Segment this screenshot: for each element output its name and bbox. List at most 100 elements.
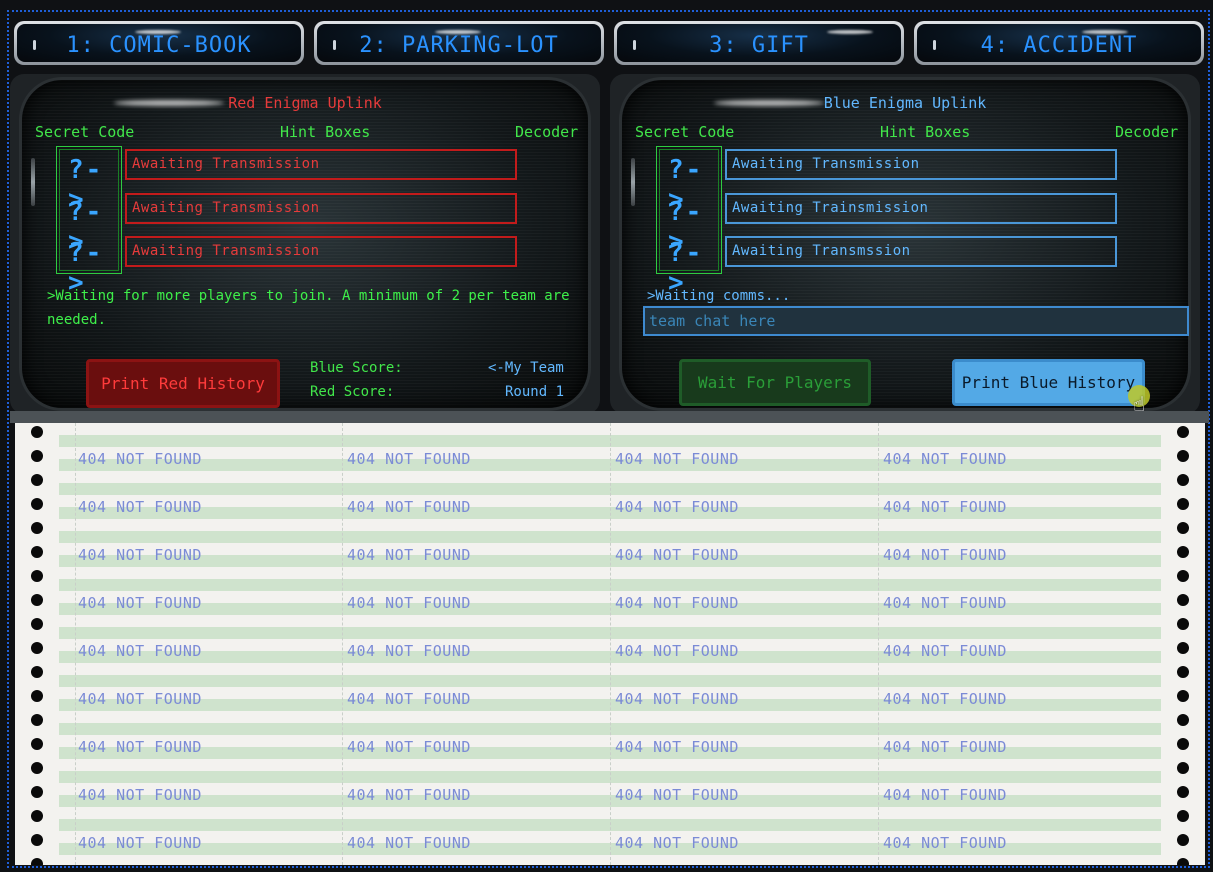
print-red-history-button[interactable]: Print Red History [86, 359, 280, 408]
perforation-hole-icon [31, 546, 43, 558]
perforation-hole-icon [31, 858, 43, 865]
printout-cell: 404 NOT FOUND [615, 546, 739, 564]
perforation-hole-icon [1177, 786, 1189, 798]
printout-cell: 404 NOT FOUND [78, 690, 202, 708]
printout-cell: 404 NOT FOUND [615, 834, 739, 852]
secret-code-box: ?-> ?-> ?-> [56, 146, 122, 298]
hint-box-1: Awaiting Transmission [725, 149, 1117, 180]
perforation-hole-icon [31, 810, 43, 822]
printout-cell: 404 NOT FOUND [347, 738, 471, 756]
hint-box-2: Awaiting Transmission [125, 193, 517, 224]
print-blue-history-button[interactable]: Print Blue History [952, 359, 1145, 406]
perforation-hole-icon [31, 690, 43, 702]
tab-comic-book[interactable]: 1: COMIC-BOOK [14, 21, 304, 65]
hint-boxes-header: Hint Boxes [280, 123, 371, 141]
perforation-hole-icon [1177, 570, 1189, 582]
side-pip-icon [31, 158, 35, 206]
printout-cell: 404 NOT FOUND [615, 786, 739, 804]
printout-cell: 404 NOT FOUND [78, 546, 202, 564]
perforation-hole-icon [1177, 738, 1189, 750]
printout-cell: 404 NOT FOUND [347, 642, 471, 660]
perforation-hole-icon [1177, 426, 1189, 438]
secret-code-box: ?-> ?-> ?-> [656, 146, 722, 298]
tab-bar: 1: COMIC-BOOK 2: PARKING-LOT 3: GIFT 4: … [14, 21, 1206, 67]
printout-cell: 404 NOT FOUND [78, 450, 202, 468]
perforation-hole-icon [1177, 594, 1189, 606]
tab-accident[interactable]: 4: ACCIDENT [914, 21, 1204, 65]
red-screen: Red Enigma Uplink Secret Code Hint Boxes… [22, 80, 588, 408]
printout-cell: 404 NOT FOUND [883, 834, 1007, 852]
blue-screen: Blue Enigma Uplink Secret Code Hint Boxe… [622, 80, 1189, 408]
hint-box-3: Awaiting Transmission [125, 236, 517, 267]
perforation-hole-icon [31, 714, 43, 726]
printout-cell: 404 NOT FOUND [347, 498, 471, 516]
blue-panel-title: Blue Enigma Uplink [823, 94, 987, 112]
my-team-indicator: <-My Team [488, 360, 564, 376]
tab-pip-icon [333, 40, 336, 50]
tab-label: 2: PARKING-LOT [359, 32, 559, 58]
printout-cell: 404 NOT FOUND [347, 690, 471, 708]
secret-code-header: Secret Code [35, 123, 135, 141]
printout-cell: 404 NOT FOUND [883, 642, 1007, 660]
printout-cell: 404 NOT FOUND [883, 498, 1007, 516]
perforation-hole-icon [31, 570, 43, 582]
side-pip-icon [631, 158, 635, 206]
perforation-hole-icon [1177, 618, 1189, 630]
perforation-hole-icon [1177, 450, 1189, 462]
glint-icon [827, 30, 873, 34]
history-printout: 404 NOT FOUND 404 NOT FOUND 404 NOT FOUND 4… [15, 423, 1205, 865]
decoder-header: Decoder [1115, 123, 1179, 141]
printout-cell: 404 NOT FOUND [883, 738, 1007, 756]
printout-cell: 404 NOT FOUND [347, 834, 471, 852]
printout-cell: 404 NOT FOUND [615, 738, 739, 756]
perforation-hole-icon [1177, 762, 1189, 774]
printout-cell: 404 NOT FOUND [883, 594, 1007, 612]
printout-cell: 404 NOT FOUND [347, 546, 471, 564]
tab-label: 3: GIFT [709, 32, 809, 58]
perforation-hole-icon [31, 642, 43, 654]
tab-parking-lot[interactable]: 2: PARKING-LOT [314, 21, 604, 65]
perforation-hole-icon [1177, 858, 1189, 865]
perforation-hole-icon [1177, 714, 1189, 726]
hint-box-2: Awaiting Trainsmission [725, 193, 1117, 224]
hint-boxes-header: Hint Boxes [880, 123, 971, 141]
printout-cell: 404 NOT FOUND [615, 594, 739, 612]
tab-label: 1: COMIC-BOOK [66, 32, 252, 58]
perforation-hole-icon [31, 474, 43, 486]
perforation-hole-icon [1177, 474, 1189, 486]
perforation-hole-icon [31, 834, 43, 846]
secret-code-header: Secret Code [635, 123, 735, 141]
printout-cell: 404 NOT FOUND [347, 594, 471, 612]
perforation-hole-icon [1177, 546, 1189, 558]
printout-cell: 404 NOT FOUND [883, 450, 1007, 468]
printout-cell: 404 NOT FOUND [78, 834, 202, 852]
perforation-hole-icon [1177, 690, 1189, 702]
perforation-hole-icon [31, 618, 43, 630]
perforation-hole-icon [1177, 522, 1189, 534]
hint-box-3: Awaiting Transmssion [725, 236, 1117, 267]
column-divider [610, 423, 611, 865]
printout-cell: 404 NOT FOUND [347, 786, 471, 804]
red-score-label: Red Score: [310, 384, 395, 400]
red-panel-title: Red Enigma Uplink [228, 94, 382, 112]
tab-label: 4: ACCIDENT [980, 32, 1138, 58]
tab-gift[interactable]: 3: GIFT [614, 21, 904, 65]
team-chat-input[interactable]: team chat here [643, 306, 1189, 336]
status-message: >Waiting for more players to join. A min… [47, 288, 570, 328]
round-indicator: Round 1 [505, 384, 565, 400]
hint-box-1: Awaiting Transmission [125, 149, 517, 180]
perforation-hole-icon [1177, 834, 1189, 846]
printout-cell: 404 NOT FOUND [347, 450, 471, 468]
perforation-hole-icon [31, 498, 43, 510]
decoder-header: Decoder [515, 123, 579, 141]
printout-cell: 404 NOT FOUND [78, 786, 202, 804]
printout-cell: 404 NOT FOUND [615, 690, 739, 708]
wait-for-players-button[interactable]: Wait For Players [679, 359, 871, 406]
printout-cell: 404 NOT FOUND [883, 786, 1007, 804]
perforation-hole-icon [1177, 498, 1189, 510]
blue-score-label: Blue Score: [310, 360, 403, 376]
perforation-hole-icon [31, 786, 43, 798]
red-team-panel: Red Enigma Uplink Secret Code Hint Boxes… [10, 74, 600, 414]
tab-pip-icon [33, 40, 36, 50]
perforation-hole-icon [31, 738, 43, 750]
